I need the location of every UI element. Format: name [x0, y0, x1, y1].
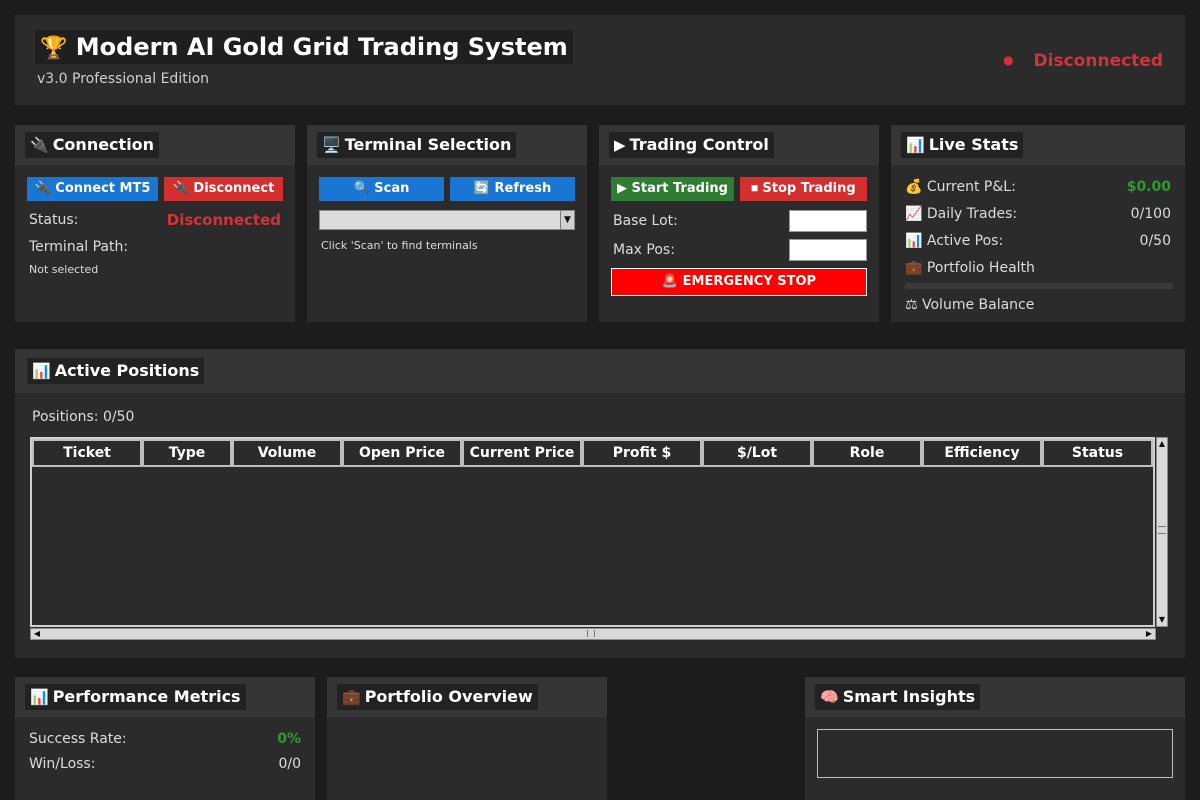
stats-panel-header: 📊 Live Stats	[891, 125, 1185, 165]
connection-panel: 🔌 Connection 🔌 Connect MT5 🔌 Disconnect S…	[15, 125, 295, 322]
base-lot-label: Base Lot:	[613, 213, 678, 229]
brain-icon: 🧠	[820, 688, 839, 706]
header-panel: 🏆 Modern AI Gold Grid Trading System v3.…	[15, 15, 1185, 105]
connection-status-indicator: ● Disconnected	[1003, 51, 1163, 71]
column-header-type[interactable]: Type	[142, 439, 232, 467]
start-trading-button[interactable]: ▶ Start Trading	[611, 177, 734, 201]
insights-panel-title: 🧠 Smart Insights	[815, 684, 981, 710]
terminal-panel-title: 🖥️ Terminal Selection	[317, 132, 517, 158]
scroll-grip-icon[interactable]	[1158, 526, 1166, 534]
trading-panel-title: ▶ Trading Control	[609, 132, 774, 158]
trading-control-panel: ▶ Trading Control ▶ Start Trading ⏹ Stop …	[599, 125, 879, 322]
connect-mt5-button[interactable]: 🔌 Connect MT5	[27, 177, 158, 201]
current-pnl-label: 💰 Current P&L:	[905, 179, 1016, 195]
column-header-profit[interactable]: Profit $	[582, 439, 702, 467]
terminal-hint: Click 'Scan' to find terminals	[321, 239, 478, 252]
chevron-down-icon[interactable]: ▼	[560, 211, 574, 229]
column-header-ticket[interactable]: Ticket	[32, 439, 142, 467]
monitor-icon: 🖥️	[322, 136, 341, 154]
positions-count: Positions: 0/50	[32, 409, 135, 425]
positions-panel-title: 📊 Active Positions	[27, 358, 205, 384]
portfolio-panel-title: 💼 Portfolio Overview	[337, 684, 538, 710]
scroll-up-icon[interactable]: ▲	[1157, 438, 1167, 450]
app-title-text: Modern AI Gold Grid Trading System	[75, 33, 568, 61]
active-positions-panel: 📊 Active Positions Positions: 0/50 Ticket…	[15, 349, 1185, 658]
win-loss-label: Win/Loss:	[29, 756, 96, 772]
column-header-volume[interactable]: Volume	[232, 439, 342, 467]
success-rate-label: Success Rate:	[29, 731, 127, 747]
portfolio-panel-header: 💼 Portfolio Overview	[327, 677, 607, 717]
current-pnl-value: $0.00	[1126, 179, 1171, 195]
briefcase-icon: 💼	[342, 688, 361, 706]
scroll-right-icon[interactable]: ▶	[1143, 629, 1155, 639]
positions-table-header: Ticket Type Volume Open Price Current Pr…	[32, 439, 1157, 467]
header-status-text: Disconnected	[1033, 51, 1163, 71]
max-pos-input[interactable]	[789, 239, 867, 261]
portfolio-overview-panel: 💼 Portfolio Overview	[327, 677, 607, 800]
refresh-button[interactable]: 🔄 Refresh	[450, 177, 575, 201]
stats-panel-title: 📊 Live Stats	[901, 132, 1024, 158]
smart-insights-panel: 🧠 Smart Insights	[805, 677, 1185, 800]
positions-horizontal-scrollbar[interactable]: ◀ ▶	[30, 628, 1156, 640]
positions-table: Ticket Type Volume Open Price Current Pr…	[30, 437, 1155, 627]
terminal-panel-header: 🖥️ Terminal Selection	[307, 125, 587, 165]
live-stats-panel: 📊 Live Stats 💰 Current P&L: $0.00 📈 Daily…	[891, 125, 1185, 322]
status-dot-icon: ●	[1003, 53, 1014, 67]
app-title: 🏆 Modern AI Gold Grid Trading System	[35, 30, 573, 64]
terminal-select-dropdown[interactable]: ▼	[319, 210, 575, 230]
column-header-current-price[interactable]: Current Price	[462, 439, 582, 467]
stop-trading-button[interactable]: ⏹ Stop Trading	[740, 177, 867, 201]
play-icon: ▶	[614, 136, 626, 154]
insights-panel-header: 🧠 Smart Insights	[805, 677, 1185, 717]
disconnect-button[interactable]: 🔌 Disconnect	[164, 177, 283, 201]
status-label: Status:	[29, 212, 79, 228]
insights-text-area[interactable]	[817, 729, 1173, 778]
scan-button[interactable]: 🔍 Scan	[319, 177, 444, 201]
connection-panel-title: 🔌 Connection	[25, 132, 160, 158]
connection-panel-header: 🔌 Connection	[15, 125, 295, 165]
column-header-status[interactable]: Status	[1042, 439, 1153, 467]
volume-balance-label: ⚖ Volume Balance	[905, 297, 1035, 313]
success-rate-value: 0%	[277, 731, 301, 747]
active-pos-value: 0/50	[1139, 233, 1171, 249]
positions-panel-header: 📊 Active Positions	[15, 349, 1185, 393]
chart-icon: 📊	[30, 688, 49, 706]
trophy-icon: 🏆	[40, 36, 68, 61]
terminal-selection-panel: 🖥️ Terminal Selection 🔍 Scan 🔄 Refresh ▼ …	[307, 125, 587, 322]
chart-icon: 📊	[906, 136, 925, 154]
plug-icon: 🔌	[30, 136, 49, 154]
terminal-path-value: Not selected	[29, 263, 99, 276]
terminal-path-label: Terminal Path:	[29, 239, 129, 255]
column-header-efficiency[interactable]: Efficiency	[922, 439, 1042, 467]
performance-metrics-panel: 📊 Performance Metrics Success Rate: 0% Wi…	[15, 677, 315, 800]
column-header-per-lot[interactable]: $/Lot	[702, 439, 812, 467]
max-pos-label: Max Pos:	[613, 242, 675, 258]
connection-status-value: Disconnected	[166, 211, 281, 229]
base-lot-input[interactable]	[789, 210, 867, 232]
chart-icon: 📊	[32, 362, 51, 380]
positions-vertical-scrollbar[interactable]: ▲ ▼	[1156, 437, 1168, 627]
emergency-stop-button[interactable]: 🚨 EMERGENCY STOP	[611, 268, 867, 296]
daily-trades-label: 📈 Daily Trades:	[905, 206, 1018, 222]
performance-panel-title: 📊 Performance Metrics	[25, 684, 246, 710]
performance-panel-header: 📊 Performance Metrics	[15, 677, 315, 717]
app-subtitle: v3.0 Professional Edition	[37, 71, 210, 87]
scroll-grip-icon[interactable]	[587, 630, 595, 637]
portfolio-health-label: 💼 Portfolio Health	[905, 260, 1035, 276]
column-header-open-price[interactable]: Open Price	[342, 439, 462, 467]
daily-trades-value: 0/100	[1130, 206, 1171, 222]
active-pos-label: 📊 Active Pos:	[905, 233, 1004, 249]
scroll-down-icon[interactable]: ▼	[1157, 614, 1167, 626]
portfolio-health-bar	[905, 283, 1173, 289]
scroll-left-icon[interactable]: ◀	[31, 629, 43, 639]
trading-panel-header: ▶ Trading Control	[599, 125, 879, 165]
win-loss-value: 0/0	[278, 756, 301, 772]
column-header-role[interactable]: Role	[812, 439, 922, 467]
